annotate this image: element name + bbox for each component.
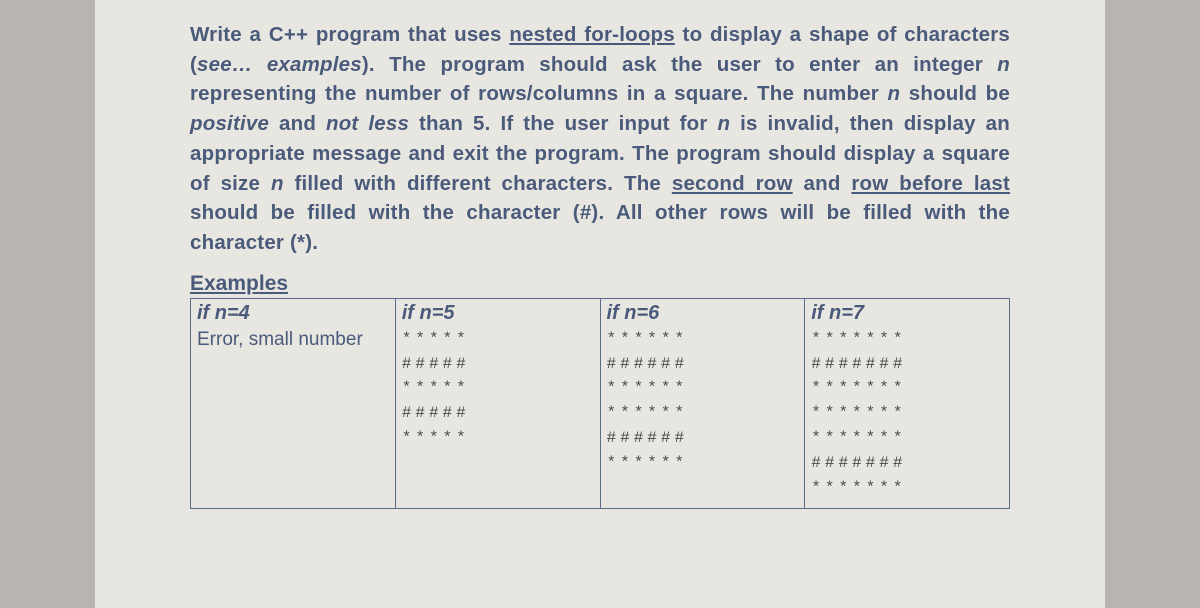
var-n: n bbox=[997, 53, 1010, 76]
problem-statement: Write a C++ program that uses nested for… bbox=[190, 20, 1010, 258]
text: of size bbox=[190, 172, 271, 195]
text-bold: (*) bbox=[290, 231, 312, 254]
text: than 5. If the user input for bbox=[409, 112, 717, 135]
var-n: n bbox=[271, 172, 284, 195]
column-header: if n=6 bbox=[607, 301, 799, 325]
text: should be filled with the character bbox=[190, 201, 573, 224]
text-italic: positive bbox=[190, 112, 269, 135]
table-row: if n=4 Error, small number if n=5 ***** … bbox=[191, 298, 1010, 509]
example-cell-n4: if n=4 Error, small number bbox=[191, 298, 396, 509]
text: ). The program should ask the user to en… bbox=[362, 53, 997, 76]
column-header: if n=7 bbox=[811, 301, 1003, 325]
text: . bbox=[312, 231, 318, 254]
text: filled with different characters. The bbox=[284, 172, 672, 195]
examples-heading: Examples bbox=[190, 272, 1010, 296]
example-cell-n7: if n=7 ******* ####### ******* ******* *… bbox=[805, 298, 1010, 509]
var-n: n bbox=[888, 82, 901, 105]
document-page: Write a C++ program that uses nested for… bbox=[95, 0, 1105, 608]
text: and bbox=[793, 172, 852, 195]
text-underline: nested for-loops bbox=[509, 23, 675, 46]
var-n: n bbox=[717, 112, 730, 135]
text-underline: second row bbox=[672, 172, 793, 195]
column-header: if n=4 bbox=[197, 301, 389, 325]
pattern-output: ******* ####### ******* ******* ******* … bbox=[811, 327, 1003, 501]
pattern-output: ***** ##### ***** ##### ***** bbox=[402, 327, 594, 451]
example-cell-n6: if n=6 ****** ###### ****** ****** #####… bbox=[600, 298, 805, 509]
cell-body: Error, small number bbox=[197, 327, 389, 353]
example-cell-n5: if n=5 ***** ##### ***** ##### ***** bbox=[395, 298, 600, 509]
text-bold: square bbox=[942, 142, 1010, 165]
text-italic: see… examples bbox=[197, 53, 362, 76]
text: representing the number of rows/columns … bbox=[190, 82, 888, 105]
text: and bbox=[269, 112, 326, 135]
text-underline: row before last bbox=[851, 172, 1010, 195]
column-header: if n=5 bbox=[402, 301, 594, 325]
examples-table: if n=4 Error, small number if n=5 ***** … bbox=[190, 298, 1010, 510]
text-bold: (#) bbox=[573, 201, 599, 224]
text: Write a C++ program that uses bbox=[190, 23, 509, 46]
pattern-output: ****** ###### ****** ****** ###### *****… bbox=[607, 327, 799, 476]
text-italic: not less bbox=[326, 112, 409, 135]
text: should be bbox=[900, 82, 1010, 105]
